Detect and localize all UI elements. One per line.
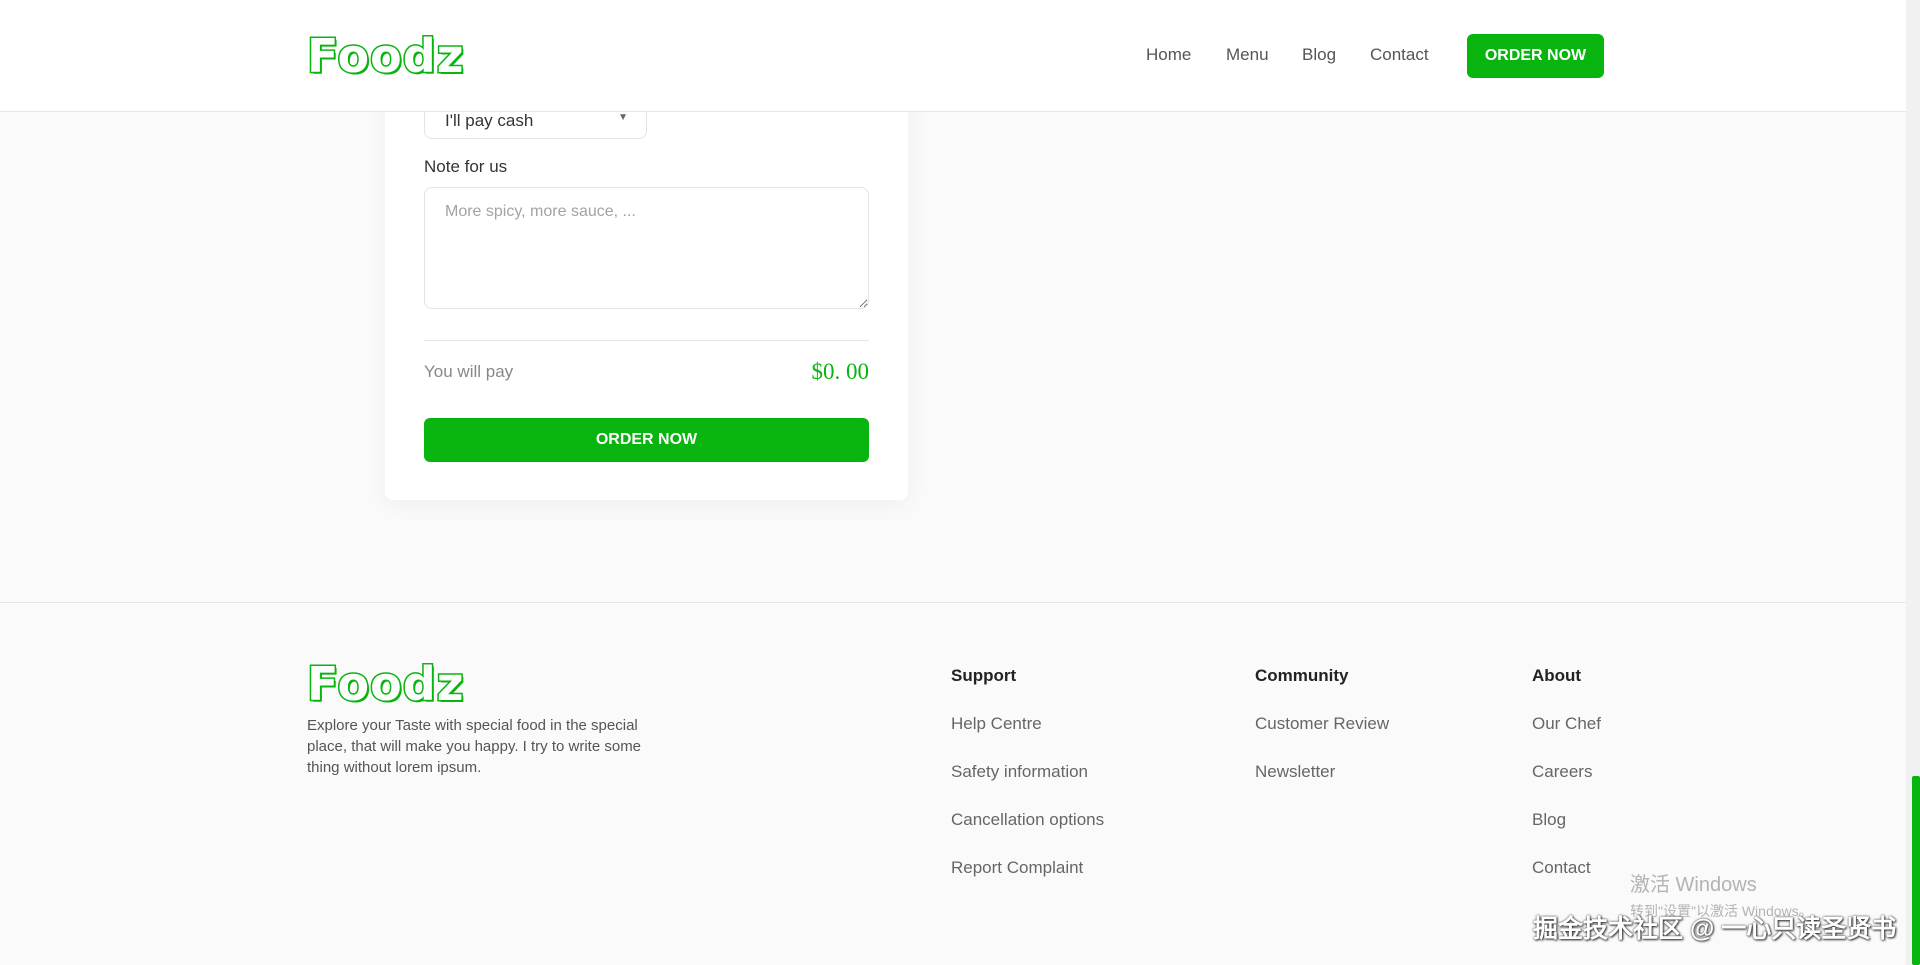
footer-divider [0,602,1906,603]
watermark: 掘金技术社区 @ 一心只读圣贤书 [1533,915,1897,943]
pay-amount: $0. 00 [811,359,870,384]
footer-link-contact[interactable]: Contact [1532,858,1601,906]
brand-logo[interactable]: Foodz [305,32,464,81]
footer-column-title: Community [1255,666,1349,685]
footer-column-title: Support [951,666,1017,685]
footer-description: Explore your Taste with special food in … [307,717,642,776]
footer-link-careers[interactable]: Careers [1532,762,1601,810]
payment-method-value: I'll pay cash [445,111,534,130]
order-now-button[interactable]: ORDER NOW [424,418,869,462]
nav-blog-link[interactable]: Blog [1302,45,1336,65]
footer-link-safety-information[interactable]: Safety information [951,762,1104,810]
nav-contact-link[interactable]: Contact [1370,45,1429,65]
pay-label: You will pay [424,362,514,381]
footer-link-blog[interactable]: Blog [1532,810,1601,858]
footer-brand-logo[interactable]: Foodz [305,660,464,709]
note-label: Note for us [424,157,508,176]
footer-column-support: Support Help Centre Safety information C… [951,666,1104,906]
nav-home-link[interactable]: Home [1146,45,1191,65]
footer-link-our-chef[interactable]: Our Chef [1532,714,1601,762]
footer-column-title: About [1532,666,1582,685]
footer-link-customer-review[interactable]: Customer Review [1255,714,1389,762]
site-header: Foodz Home Menu Blog Contact ORDER NOW [0,0,1906,112]
footer-column-community: Community Customer Review Newsletter [1255,666,1389,810]
nav-menu-link[interactable]: Menu [1226,45,1269,65]
header-order-now-button[interactable]: ORDER NOW [1467,34,1604,78]
order-card: I'll pay cash ▼ Note for us You will pay… [385,50,908,500]
footer-link-cancellation-options[interactable]: Cancellation options [951,810,1104,858]
footer-column-about: About Our Chef Careers Blog Contact [1532,666,1601,906]
footer-link-report-complaint[interactable]: Report Complaint [951,858,1104,906]
footer-link-help-centre[interactable]: Help Centre [951,714,1104,762]
activation-title: 激活 Windows [1630,874,1757,896]
note-textarea[interactable] [424,187,869,309]
footer-link-newsletter[interactable]: Newsletter [1255,762,1389,810]
chevron-down-icon: ▼ [618,112,628,123]
scrollbar-thumb[interactable] [1912,776,1920,965]
divider [424,340,869,341]
